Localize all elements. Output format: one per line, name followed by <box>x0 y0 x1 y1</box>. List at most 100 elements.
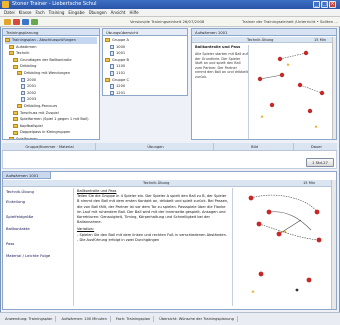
tree-item[interactable]: 2001 <box>5 83 97 90</box>
title-bar: Stoner Trainer - Liebertsche Schul <box>0 0 340 9</box>
tree-item[interactable]: Dribbling-Parcours <box>5 103 97 110</box>
tree-item[interactable]: Dribbling <box>5 63 97 70</box>
folder-icon <box>17 71 22 76</box>
tree-label: Technik <box>16 51 30 56</box>
column-group-material[interactable]: Gruppe/Nummer · Material <box>2 143 96 150</box>
tree-item[interactable]: Trainingsplan - Abschlussprüfungen <box>5 37 97 44</box>
exercise-tree-item[interactable]: 1200 <box>105 83 185 90</box>
delete-icon[interactable] <box>13 19 20 25</box>
tree-item[interactable]: 2002 <box>5 90 97 97</box>
preview-text-area: Ballkontrolle und Pass Alle Spieler star… <box>195 45 249 139</box>
tab-trainingsplanung[interactable]: Trainingsplanung <box>3 29 99 36</box>
column-duration[interactable]: Dauer <box>294 143 337 150</box>
menu-item-training[interactable]: Training <box>49 9 65 16</box>
tree-item[interactable]: Torschuss mit Zuspiel <box>5 110 97 117</box>
menu-bar: Datei Klasse Fach Training Eingabe Übung… <box>0 9 340 17</box>
exercise-tree-item[interactable]: 1101 <box>105 70 185 77</box>
exercise-tree-title: Übungsübersicht <box>103 29 187 36</box>
tab-detail[interactable]: Aufwärmen 1001 <box>3 172 51 179</box>
preview-panel: Aufwärmen 1001 Technik-Übung 15 Min Ball… <box>191 28 337 140</box>
folder-icon <box>105 77 110 82</box>
maximize-button[interactable]: □ <box>321 1 328 8</box>
folder-icon <box>9 44 14 49</box>
menu-item-fach[interactable]: Fach <box>36 9 45 16</box>
column-exercises[interactable]: Übungen <box>96 143 214 150</box>
exercise-tree-item[interactable]: 1001 <box>105 50 185 57</box>
status-application: Anwendung: Trainingsplan <box>2 316 57 322</box>
document-icon <box>110 51 114 56</box>
tree-item[interactable]: Kopfballspiel <box>5 123 97 130</box>
preview-text: Alle Spieler starten mit Ball auf der Gr… <box>195 52 248 79</box>
tree-panel: Trainingsplanung Trainingsplan - Abschlu… <box>2 28 100 140</box>
tree-item[interactable]: Technik <box>5 50 97 57</box>
preview-duration: 15 Min <box>314 38 327 42</box>
tree-label: Grundlagen der Ballkontrolle <box>20 57 72 62</box>
exercise-tree-panel: Übungsübersicht Gruppe A 1000 1001 Gruppe B… <box>102 28 188 96</box>
menu-item-hilfe[interactable]: Hilfe <box>129 9 138 16</box>
total-time-button[interactable]: 1 Std.27 <box>306 158 334 167</box>
preview-field-diagram <box>257 50 325 128</box>
tree-label: Kopfballspiel <box>20 123 43 128</box>
exercise-tree-item[interactable]: Gruppe A <box>105 37 185 44</box>
preview-subtitle: Ballkontrolle und Pass <box>195 45 241 49</box>
detail-panel: Aufwärmen 1001 Technik-Übung 15 Min Tech… <box>2 171 337 310</box>
print-icon[interactable] <box>31 19 38 25</box>
preview-header-left: Technik-Übung <box>247 38 274 42</box>
tree-label: Aufwärmen <box>16 44 37 49</box>
menu-item-datei[interactable]: Datei <box>4 9 15 16</box>
exercise-tree-item[interactable]: 1100 <box>105 63 185 70</box>
tree-item[interactable]: Spielformen (Spiel 1 gegen 1 mit Ball) <box>5 116 97 123</box>
tree-label: Trainingsplan - Abschlussprüfungen <box>12 38 76 42</box>
label-technik: Technik-Übung <box>6 189 34 194</box>
detail-field-diagram <box>248 194 322 293</box>
exercise-tree-label: 1101 <box>116 70 126 75</box>
tree-label: 2000 <box>27 77 37 82</box>
open-folder-icon[interactable] <box>4 19 11 25</box>
label-ballkontakte: Ballkontakte <box>6 226 30 231</box>
exercise-tree-item[interactable]: Gruppe C <box>105 77 185 84</box>
minimize-button[interactable]: _ <box>313 1 320 8</box>
document-icon <box>21 77 25 83</box>
exercise-tree-label: 1200 <box>116 84 126 89</box>
tree-label: 2001 <box>27 84 37 89</box>
tree-item[interactable]: 2000 <box>5 77 97 84</box>
detail-header-center: Technik-Übung <box>143 181 170 185</box>
menu-item-eingabe[interactable]: Eingabe <box>68 9 84 16</box>
tree-item[interactable]: Aufwärmen <box>5 44 97 51</box>
tree-label: Dribbling mit Wendungen <box>24 70 70 75</box>
tree-label: Dribbling <box>20 64 37 69</box>
exercise-tree-label: Gruppe A <box>112 38 129 42</box>
exercise-tree-label: Gruppe C <box>112 77 129 82</box>
save-icon[interactable] <box>22 19 29 25</box>
tree-item[interactable]: Spielformen <box>5 136 97 139</box>
exercise-tree-item[interactable]: 1000 <box>105 44 185 51</box>
label-material: Material / Leichte Folge <box>6 253 51 258</box>
detail-duration: 15 Min <box>303 181 316 185</box>
label-spielfeld: Spielfeldgröße <box>6 214 34 219</box>
detail-paragraph: Teilen Sie die Gruppe in 4 Spieler ein. … <box>77 194 229 225</box>
detail-labels: Technik-Übung Einteilung Spielfeldgröße … <box>6 189 70 263</box>
preview-scrollbar[interactable] <box>332 37 336 139</box>
exercise-tree-item[interactable]: 1201 <box>105 90 185 95</box>
document-icon <box>110 71 114 76</box>
document-icon <box>110 44 114 50</box>
menu-item-klasse[interactable]: Klasse <box>19 9 32 16</box>
tree-item[interactable]: 2003 <box>5 96 97 103</box>
close-button[interactable]: × <box>329 1 336 8</box>
exercise-tree-item[interactable]: Gruppe B <box>105 57 185 64</box>
menu-item-ansicht[interactable]: Ansicht <box>111 9 126 16</box>
label-einteilung: Einteilung <box>6 199 26 204</box>
tree-item[interactable]: Grundlagen der Ballkontrolle <box>5 57 97 64</box>
tree-item[interactable]: Doppelpass in Kleingruppen <box>5 129 97 136</box>
tree-item[interactable]: Dribbling mit Wendungen <box>5 70 97 77</box>
column-image[interactable]: Bild <box>214 143 294 150</box>
document-icon <box>21 97 25 102</box>
tab-preview[interactable]: Aufwärmen 1001 <box>192 29 336 36</box>
tree-label: 2003 <box>27 97 37 102</box>
detail-description: Ballkontrolle und Pass Teilen Sie die Gr… <box>73 188 233 306</box>
folder-icon <box>13 110 18 115</box>
detail-scrollbar[interactable] <box>331 180 336 309</box>
folder-icon <box>17 104 22 109</box>
menu-item-uebungen[interactable]: Übungen <box>89 9 107 16</box>
training-tree: Trainingsplan - Abschlussprüfungen Aufwär… <box>3 36 99 139</box>
